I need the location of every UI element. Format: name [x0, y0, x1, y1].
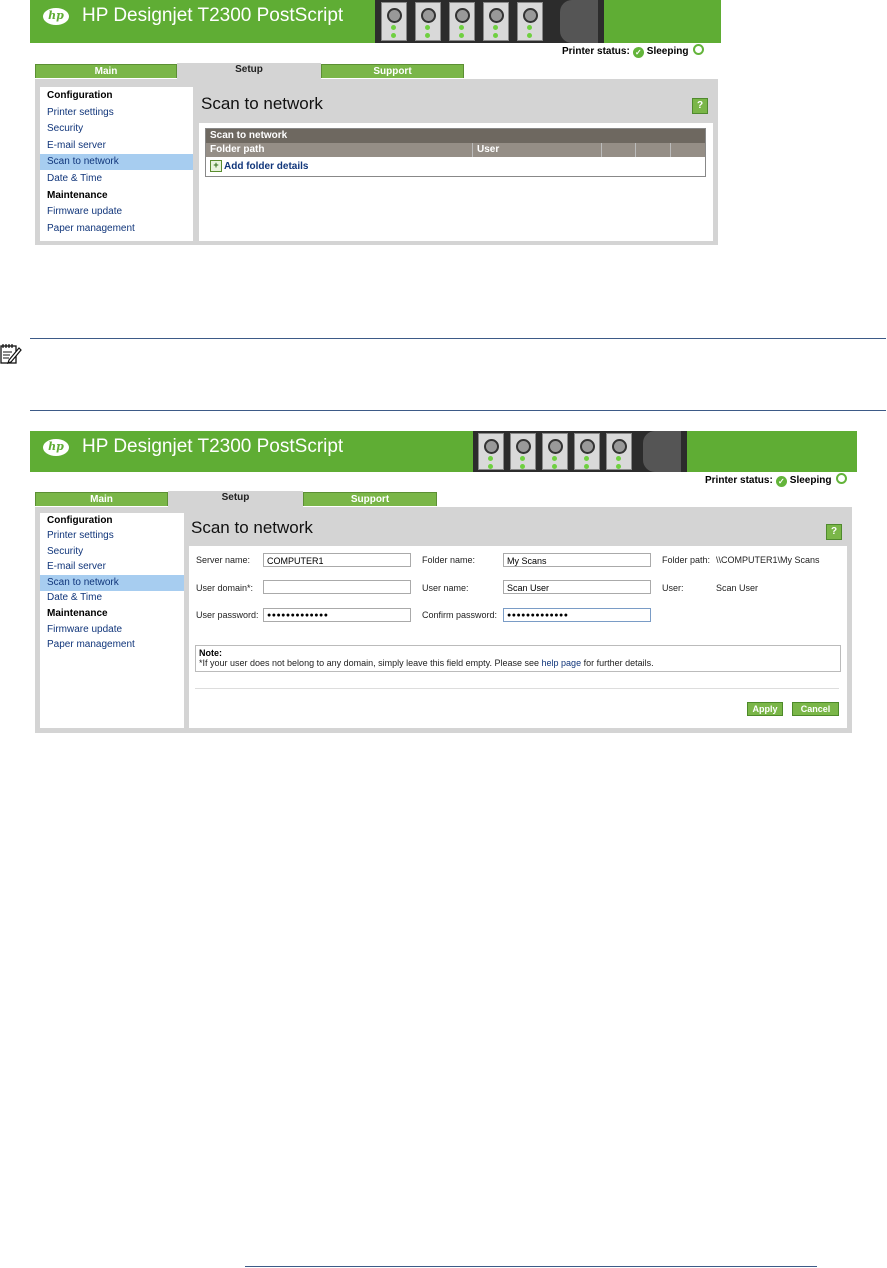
add-folder-icon[interactable]: +	[210, 160, 222, 172]
table-header-row: Folder path User	[206, 143, 705, 157]
sidebar-item-email-server[interactable]: E-mail server	[40, 559, 184, 575]
folder-path-label: Folder path:	[662, 555, 711, 565]
column-blank-3	[670, 143, 705, 157]
sidebar-item-firmware-update[interactable]: Firmware update	[40, 622, 184, 638]
sidebar-item-security[interactable]: Security	[40, 121, 193, 137]
refresh-icon[interactable]	[836, 473, 848, 484]
sidebar: Configuration Printer settings Security …	[40, 87, 193, 241]
printer-status: Printer status: ✓ Sleeping	[705, 473, 848, 487]
column-folder-path: Folder path	[210, 144, 265, 155]
column-user: User	[472, 143, 601, 157]
server-name-input[interactable]: COMPUTER1	[263, 553, 411, 567]
page-title: Scan to network	[191, 518, 313, 537]
printer-photo	[473, 431, 687, 472]
user-name-input[interactable]: Scan User	[503, 580, 651, 594]
status-value: Sleeping	[789, 475, 832, 486]
sidebar-heading-configuration: Configuration	[47, 90, 113, 101]
server-name-label: Server name:	[196, 555, 251, 565]
note-bottom-rule	[30, 410, 886, 411]
printer-status: Printer status: ✓ Sleeping	[562, 44, 705, 58]
main-content: Scan to network ? Server name: COMPUTER1…	[189, 513, 847, 728]
sidebar-item-date-time[interactable]: Date & Time	[40, 590, 184, 606]
status-label: Printer status:	[705, 475, 773, 486]
form-divider	[195, 688, 839, 689]
sidebar-item-email-server[interactable]: E-mail server	[40, 138, 193, 154]
confirm-password-label: Confirm password:	[422, 610, 498, 620]
column-blank-1	[601, 143, 635, 157]
note-text: *If your user does not belong to any dom…	[199, 658, 654, 668]
sidebar-item-printer-settings[interactable]: Printer settings	[40, 105, 193, 121]
header-banner-2: hp HP Designjet T2300 PostScript	[30, 431, 857, 472]
page-title: Scan to network	[201, 94, 323, 113]
user-password-label: User password:	[196, 610, 259, 620]
help-button[interactable]: ?	[826, 524, 842, 540]
folder-name-input[interactable]: My Scans	[503, 553, 651, 567]
tab-main[interactable]: Main	[35, 64, 177, 78]
user-value: Scan User	[716, 583, 759, 593]
domain-note: Note: *If your user does not belong to a…	[195, 645, 841, 672]
refresh-icon[interactable]	[693, 44, 705, 55]
help-button[interactable]: ?	[692, 98, 708, 114]
user-name-label: User name:	[422, 583, 469, 593]
printer-photo	[375, 0, 604, 43]
tab-setup[interactable]: Setup	[168, 491, 303, 507]
hp-logo: hp	[43, 8, 69, 25]
folder-path-value: \\COMPUTER1\My Scans	[716, 555, 820, 565]
tab-setup[interactable]: Setup	[177, 63, 321, 79]
folder-table: Scan to network Folder path User + Add f…	[205, 128, 706, 177]
note-icon	[0, 344, 22, 364]
user-password-input[interactable]: ●●●●●●●●●●●●●	[263, 608, 411, 622]
sidebar-item-scan-to-network[interactable]: Scan to network	[40, 154, 193, 170]
column-blank-2	[635, 143, 670, 157]
sidebar-item-paper-management[interactable]: Paper management	[40, 637, 184, 653]
tab-main[interactable]: Main	[35, 492, 168, 506]
sidebar-item-date-time[interactable]: Date & Time	[40, 171, 193, 187]
folder-name-label: Folder name:	[422, 555, 476, 565]
sidebar-item-paper-management[interactable]: Paper management	[40, 221, 193, 237]
page-header: Scan to network ?	[199, 87, 713, 123]
check-icon: ✓	[632, 47, 644, 58]
sidebar-heading-configuration: Configuration	[47, 515, 113, 526]
hp-logo: hp	[43, 439, 69, 456]
app-title: HP Designjet T2300 PostScript	[82, 436, 344, 457]
sidebar-item-scan-to-network[interactable]: Scan to network	[40, 575, 184, 591]
add-folder-link[interactable]: Add folder details	[224, 161, 308, 172]
user-domain-input[interactable]	[263, 580, 411, 594]
sidebar-item-security[interactable]: Security	[40, 544, 184, 560]
page-header: Scan to network ?	[189, 513, 847, 546]
sidebar: Configuration Printer settings Security …	[40, 513, 184, 728]
sidebar-item-firmware-update[interactable]: Firmware update	[40, 204, 193, 220]
tab-support[interactable]: Support	[303, 492, 437, 506]
footer-rule	[245, 1266, 817, 1267]
confirm-password-input[interactable]: ●●●●●●●●●●●●●	[503, 608, 651, 622]
sidebar-heading-maintenance: Maintenance	[47, 190, 108, 201]
note-title: Note:	[199, 648, 222, 658]
cancel-button[interactable]: Cancel	[792, 702, 839, 716]
note-top-rule	[30, 338, 886, 339]
check-icon: ✓	[775, 476, 787, 487]
main-content: Scan to network ? Scan to network Folder…	[199, 87, 713, 241]
tab-support[interactable]: Support	[321, 64, 464, 78]
user-label: User:	[662, 583, 684, 593]
status-label: Printer status:	[562, 46, 630, 57]
app-title: HP Designjet T2300 PostScript	[82, 5, 344, 26]
setup-panel: Configuration Printer settings Security …	[35, 79, 718, 245]
sidebar-item-printer-settings[interactable]: Printer settings	[40, 528, 184, 544]
table-title: Scan to network	[206, 129, 705, 143]
user-domain-label: User domain*:	[196, 583, 254, 593]
help-page-link[interactable]: help page	[542, 658, 582, 668]
header-banner: hp HP Designjet T2300 PostScript	[30, 0, 721, 43]
sidebar-heading-maintenance: Maintenance	[47, 608, 108, 619]
status-value: Sleeping	[646, 46, 689, 57]
apply-button[interactable]: Apply	[747, 702, 783, 716]
setup-panel-2: Configuration Printer settings Security …	[35, 507, 852, 733]
